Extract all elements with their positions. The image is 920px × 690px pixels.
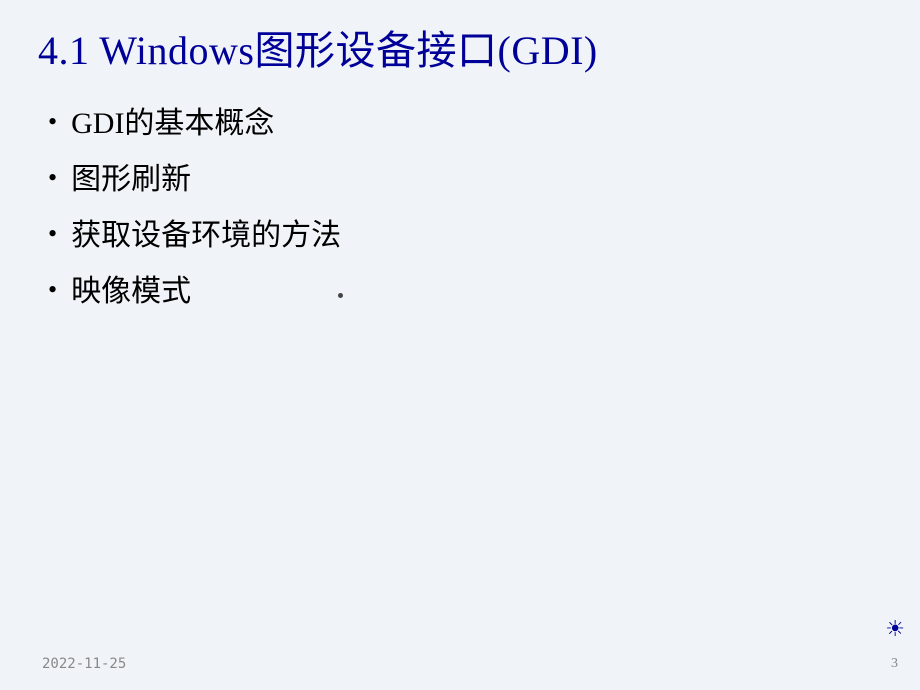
bullet-dot-icon: • xyxy=(48,156,57,200)
center-marker-icon xyxy=(338,293,343,298)
bullet-dot-icon: • xyxy=(48,268,57,312)
footer-date: 2022-11-25 xyxy=(42,656,126,672)
list-item: • 获取设备环境的方法 xyxy=(48,208,920,264)
list-item-label: 映像模式 xyxy=(71,268,191,316)
page-number: 3 xyxy=(891,656,898,672)
list-item: • 图形刷新 xyxy=(48,152,920,208)
slide-title: 4.1 Windows图形设备接口(GDI) xyxy=(0,0,920,88)
bullet-list: • GDI的基本概念 • 图形刷新 • 获取设备环境的方法 • 映像模式 xyxy=(0,88,920,320)
bullet-dot-icon: • xyxy=(48,212,57,256)
bullet-dot-icon: • xyxy=(48,100,57,144)
list-item: • GDI的基本概念 xyxy=(48,96,920,152)
list-item: • 映像模式 xyxy=(48,264,920,320)
list-item-label: 获取设备环境的方法 xyxy=(71,212,341,260)
list-item-label: 图形刷新 xyxy=(71,156,191,204)
sun-icon: ☀ xyxy=(885,616,905,642)
list-item-label: GDI的基本概念 xyxy=(71,100,274,148)
